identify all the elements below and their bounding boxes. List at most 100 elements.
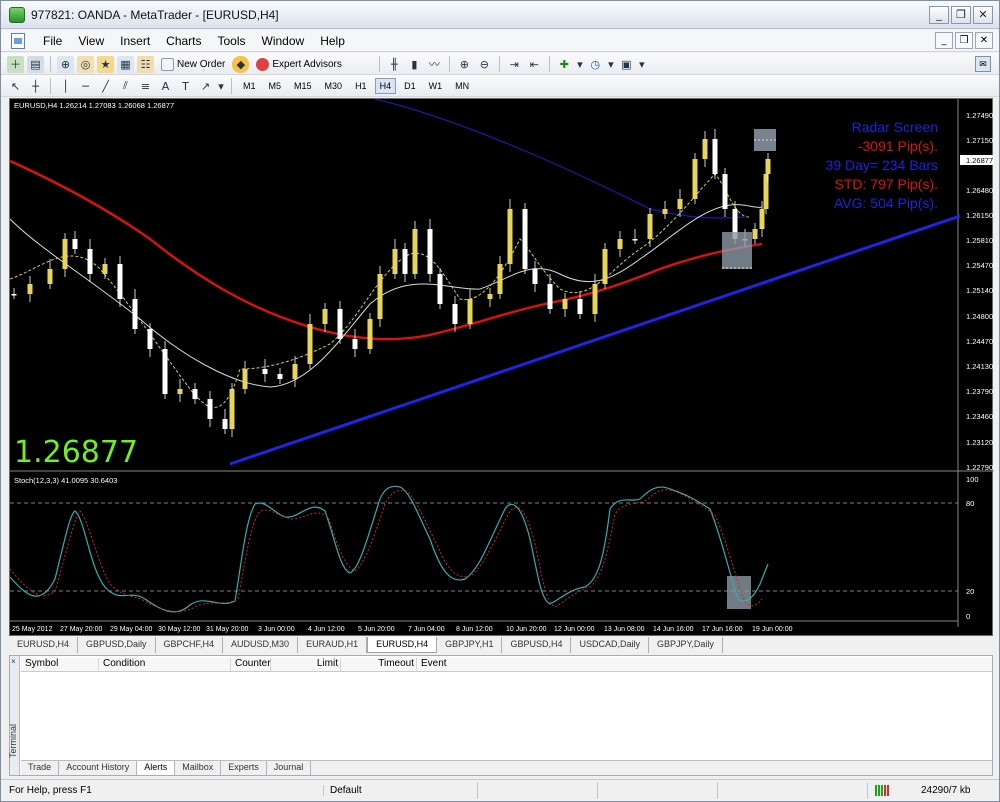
candle-body [377, 274, 383, 319]
menu-window[interactable]: Window [254, 34, 313, 48]
column-timeout[interactable]: Timeout [341, 658, 417, 671]
line-chart-icon[interactable]: 〰 [426, 56, 443, 73]
candle-body [177, 389, 183, 394]
menu-tools[interactable]: Tools [210, 34, 254, 48]
chart-tab[interactable]: EURAUD,H1 [298, 637, 368, 653]
arrows-icon[interactable]: ↗ [197, 78, 214, 95]
stoch-header: Stoch(12,3,3) 41.0095 30.6403 [14, 476, 117, 485]
chart-tab[interactable]: EURUSD,H4 [9, 637, 79, 653]
column-condition[interactable]: Condition [99, 658, 231, 671]
chevron-down-icon[interactable]: ▾ [217, 78, 225, 95]
timeframe-d1[interactable]: D1 [399, 78, 421, 94]
tab-experts[interactable]: Experts [221, 761, 267, 775]
candle-body [72, 239, 78, 249]
zoom-in-icon[interactable]: ⊕ [456, 56, 473, 73]
templates-icon[interactable]: ▣ [618, 56, 635, 73]
terminal-close-icon[interactable]: × [11, 657, 16, 666]
chart-close-button[interactable]: ✕ [975, 32, 993, 49]
candle-body [162, 349, 168, 394]
cursor-icon[interactable]: ↖ [7, 78, 24, 95]
chart-tab[interactable]: GBPUSD,H4 [502, 637, 572, 653]
chart-tab[interactable]: GBPUSD,Daily [78, 637, 156, 653]
close-button[interactable]: ✕ [973, 6, 993, 24]
tab-mailbox[interactable]: Mailbox [175, 761, 222, 775]
terminal-icon[interactable]: ▦ [117, 55, 134, 73]
horizontal-line-icon[interactable]: ─ [77, 78, 94, 95]
bar-chart-icon[interactable]: ╫ [386, 56, 403, 73]
tab-alerts[interactable]: Alerts [137, 761, 176, 775]
chart-tab[interactable]: USDCAD,Daily [571, 637, 649, 653]
candlestick-icon[interactable]: ▮ [406, 56, 423, 73]
channel-icon[interactable]: ⫽ [117, 78, 134, 95]
chat-icon[interactable]: ✉ [975, 56, 991, 72]
strategy-tester-icon[interactable]: ☷ [137, 55, 154, 73]
timeframe-mn[interactable]: MN [450, 78, 474, 94]
navigator-icon[interactable]: ★ [97, 55, 114, 73]
time-label: 31 May 20:00 [206, 626, 249, 633]
timeframe-h1[interactable]: H1 [350, 78, 372, 94]
column-symbol[interactable]: Symbol [21, 658, 99, 671]
menu-charts[interactable]: Charts [158, 34, 209, 48]
menu-file[interactable]: File [35, 34, 70, 48]
tab-trade[interactable]: Trade [21, 761, 60, 775]
profiles-icon[interactable]: ▤ [27, 55, 44, 73]
column-limit[interactable]: Limit [271, 658, 341, 671]
stoch-label: 0 [966, 612, 970, 621]
price-chart[interactable]: EURUSD,H4 1.26214 1.27083 1.26068 1.2687… [10, 99, 994, 637]
text-icon[interactable]: A [157, 78, 174, 95]
chart-shift-icon[interactable]: ⇤ [526, 56, 543, 73]
price-label: 1.27150 [966, 136, 993, 145]
tab-journal[interactable]: Journal [267, 761, 312, 775]
candle-body [712, 139, 718, 174]
candle-body [322, 309, 328, 324]
zoom-out-icon[interactable]: ⊖ [476, 56, 493, 73]
menu-view[interactable]: View [70, 34, 112, 48]
price-scale: 1.27490 1.27150 1.26877 1.26480 1.26150 … [960, 111, 994, 472]
chart-area[interactable]: EURUSD,H4 1.26214 1.27083 1.26068 1.2687… [9, 98, 994, 637]
price-label: 1.24800 [966, 312, 993, 321]
restore-button[interactable]: ❐ [951, 6, 971, 24]
timeframe-w1[interactable]: W1 [424, 78, 448, 94]
chevron-down-icon[interactable]: ▾ [576, 56, 584, 73]
crosshair-icon[interactable]: ┼ [27, 78, 44, 95]
menu-insert[interactable]: Insert [112, 34, 158, 48]
indicators-icon[interactable]: ✚ [556, 56, 573, 73]
fibonacci-icon[interactable]: ≡ [137, 78, 154, 95]
chart-tab[interactable]: GBPJPY,Daily [649, 637, 723, 653]
chevron-down-icon[interactable]: ▾ [638, 56, 646, 73]
time-label: 4 Jun 12:00 [308, 626, 345, 633]
chart-tab[interactable]: AUDUSD,M30 [223, 637, 299, 653]
chart-minimize-button[interactable]: _ [935, 32, 953, 49]
timeframe-m5[interactable]: M5 [264, 78, 287, 94]
column-event[interactable]: Event [417, 658, 992, 671]
auto-scroll-icon[interactable]: ⇥ [506, 56, 523, 73]
metaeditor-icon[interactable]: ◆ [232, 55, 250, 73]
tab-account-history[interactable]: Account History [59, 761, 138, 775]
timeframe-h4[interactable]: H4 [374, 78, 397, 94]
chart-document-icon[interactable] [11, 33, 25, 49]
timeframe-m15[interactable]: M15 [289, 78, 317, 94]
timeframe-m30[interactable]: M30 [320, 78, 348, 94]
price-label: 1.24130 [966, 362, 993, 371]
time-label: 12 Jun 00:00 [554, 626, 595, 633]
candle-body [222, 419, 228, 429]
timeframe-m1[interactable]: M1 [238, 78, 261, 94]
new-chart-icon[interactable]: ＋ [7, 55, 24, 73]
chart-restore-button[interactable]: ❐ [955, 32, 973, 49]
periods-icon[interactable]: ◷ [587, 56, 604, 73]
expert-advisors-button[interactable]: Expert Advisors [252, 56, 345, 73]
status-profile[interactable]: Default [323, 785, 362, 796]
vertical-line-icon[interactable]: │ [57, 78, 74, 95]
minimize-button[interactable]: _ [929, 6, 949, 24]
chevron-down-icon[interactable]: ▾ [607, 56, 615, 73]
market-watch-icon[interactable]: ⊕ [57, 55, 74, 73]
data-window-icon[interactable]: ◎ [77, 55, 94, 73]
chart-tab[interactable]: GBPCHF,H4 [156, 637, 224, 653]
menu-help[interactable]: Help [312, 34, 353, 48]
text-label-icon[interactable]: T [177, 78, 194, 95]
trendline-icon[interactable]: ╱ [97, 78, 114, 95]
chart-tab-active[interactable]: EURUSD,H4 [367, 637, 438, 653]
new-order-button[interactable]: New Order [157, 56, 229, 73]
chart-tab[interactable]: GBPJPY,H1 [437, 637, 503, 653]
column-counter[interactable]: Counter [231, 658, 271, 671]
